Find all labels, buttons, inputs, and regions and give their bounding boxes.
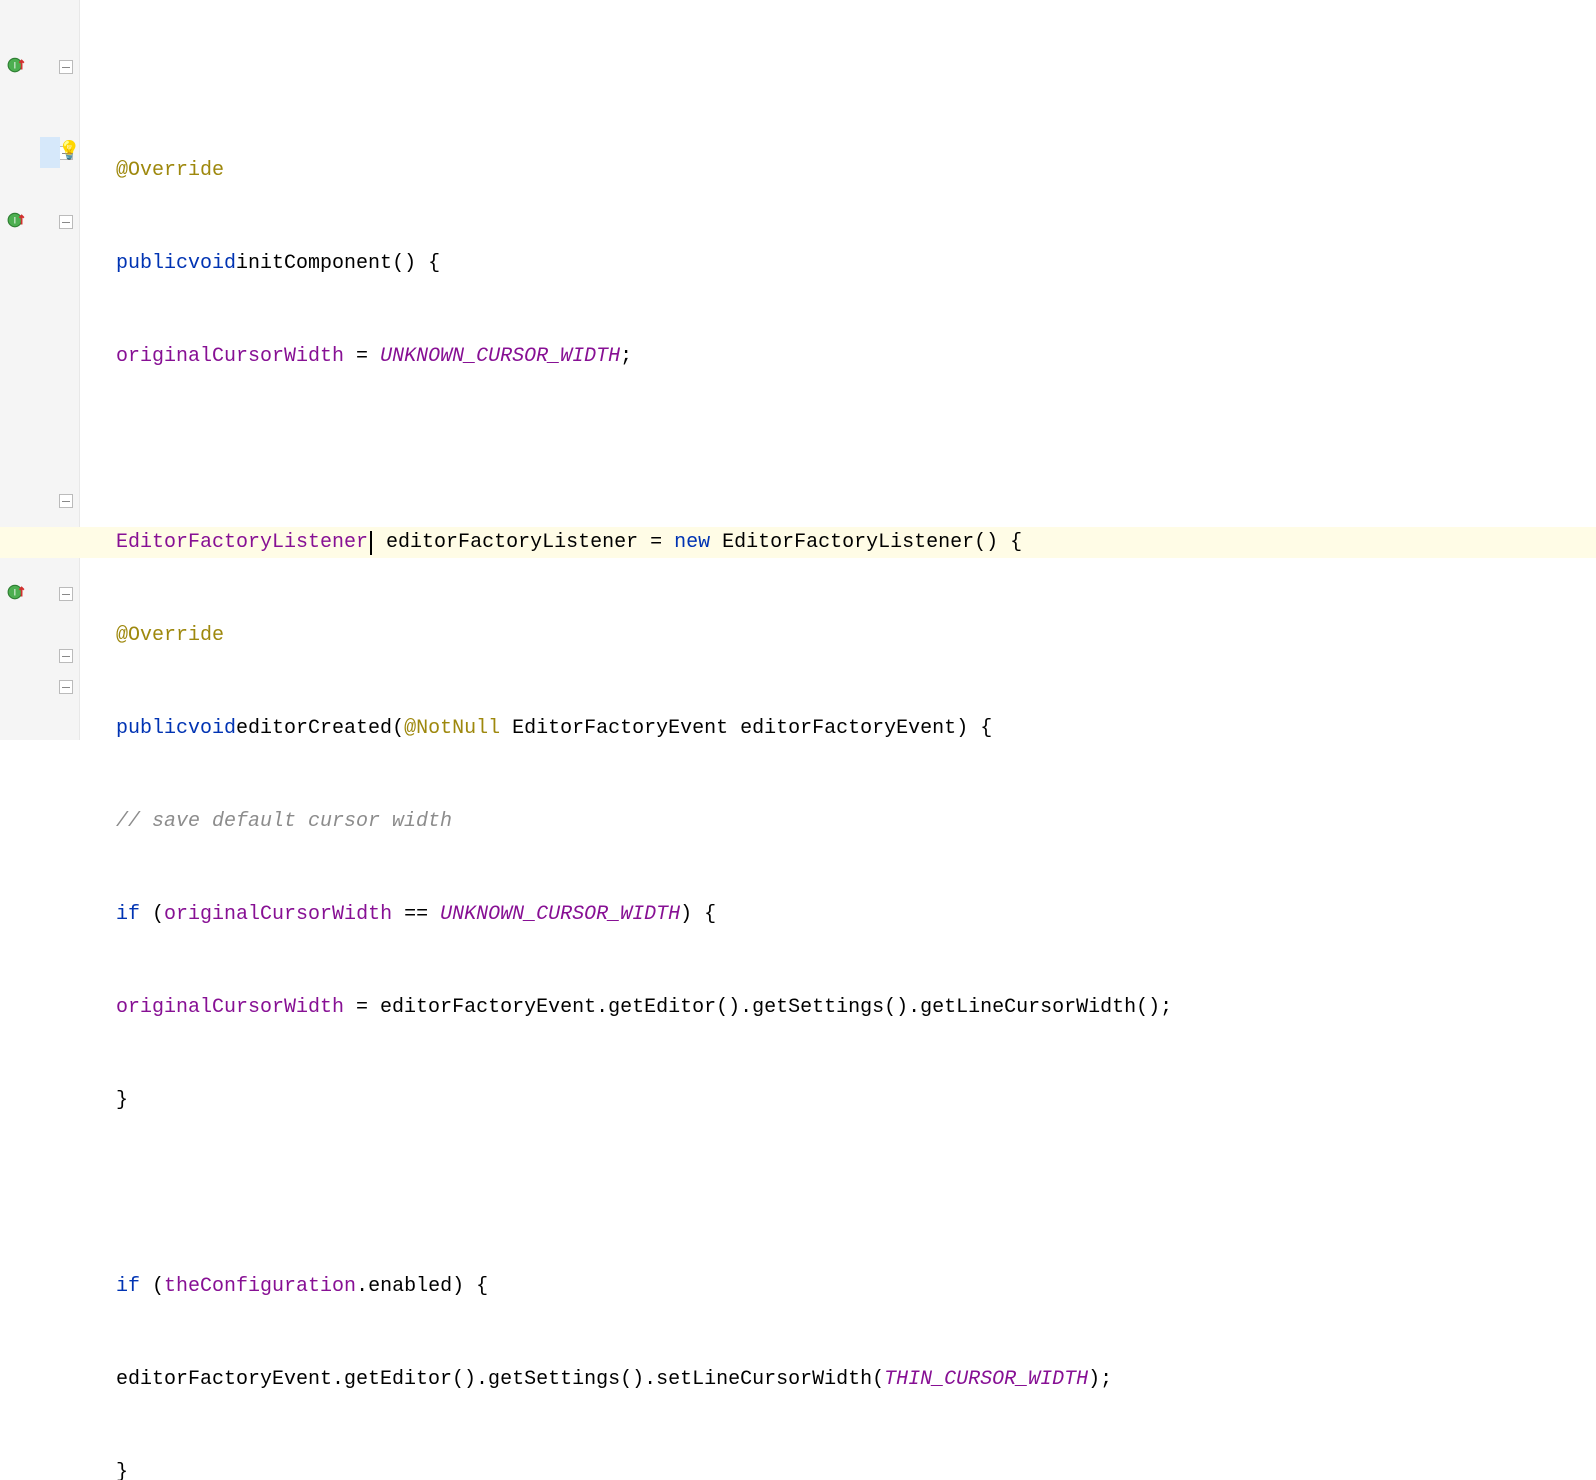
implement-icon[interactable]: I: [4, 53, 28, 77]
fold-toggle[interactable]: [59, 60, 73, 74]
svg-text:I: I: [14, 60, 17, 70]
code-line[interactable]: [116, 434, 1596, 465]
fold-close[interactable]: [59, 680, 73, 694]
code-line[interactable]: }: [116, 1085, 1596, 1116]
change-marker: [40, 137, 60, 168]
text-cursor: [370, 531, 372, 555]
code-line[interactable]: [116, 1178, 1596, 1209]
code-line[interactable]: // save default cursor width: [116, 806, 1596, 837]
intention-bulb-icon[interactable]: 💡: [58, 137, 1596, 168]
code-line[interactable]: @Override: [116, 620, 1596, 651]
code-line[interactable]: }: [116, 1457, 1596, 1480]
code-line[interactable]: if (originalCursorWidth == UNKNOWN_CURSO…: [116, 899, 1596, 930]
fold-toggle[interactable]: [59, 215, 73, 229]
code-line[interactable]: public void initComponent() {: [116, 248, 1596, 279]
code-line[interactable]: if (theConfiguration.enabled) {: [116, 1271, 1596, 1302]
implement-icon[interactable]: I: [4, 580, 28, 604]
code-line-active[interactable]: EditorFactoryListener editorFactoryListe…: [0, 527, 1596, 558]
fold-toggle[interactable]: [59, 587, 73, 601]
code-line[interactable]: originalCursorWidth = editorFactoryEvent…: [116, 992, 1596, 1023]
gutter: I I I: [0, 0, 80, 740]
code-line[interactable]: originalCursorWidth = UNKNOWN_CURSOR_WID…: [116, 341, 1596, 372]
svg-text:I: I: [14, 215, 17, 225]
fold-close[interactable]: [59, 649, 73, 663]
code-line[interactable]: editorFactoryEvent.getEditor().getSettin…: [116, 1364, 1596, 1395]
svg-text:I: I: [14, 587, 17, 597]
code-line[interactable]: public void editorCreated(@NotNull Edito…: [116, 713, 1596, 744]
fold-close[interactable]: [59, 494, 73, 508]
implement-icon[interactable]: I: [4, 208, 28, 232]
code-editor[interactable]: 💡 @Override public void initComponent() …: [80, 0, 1596, 740]
